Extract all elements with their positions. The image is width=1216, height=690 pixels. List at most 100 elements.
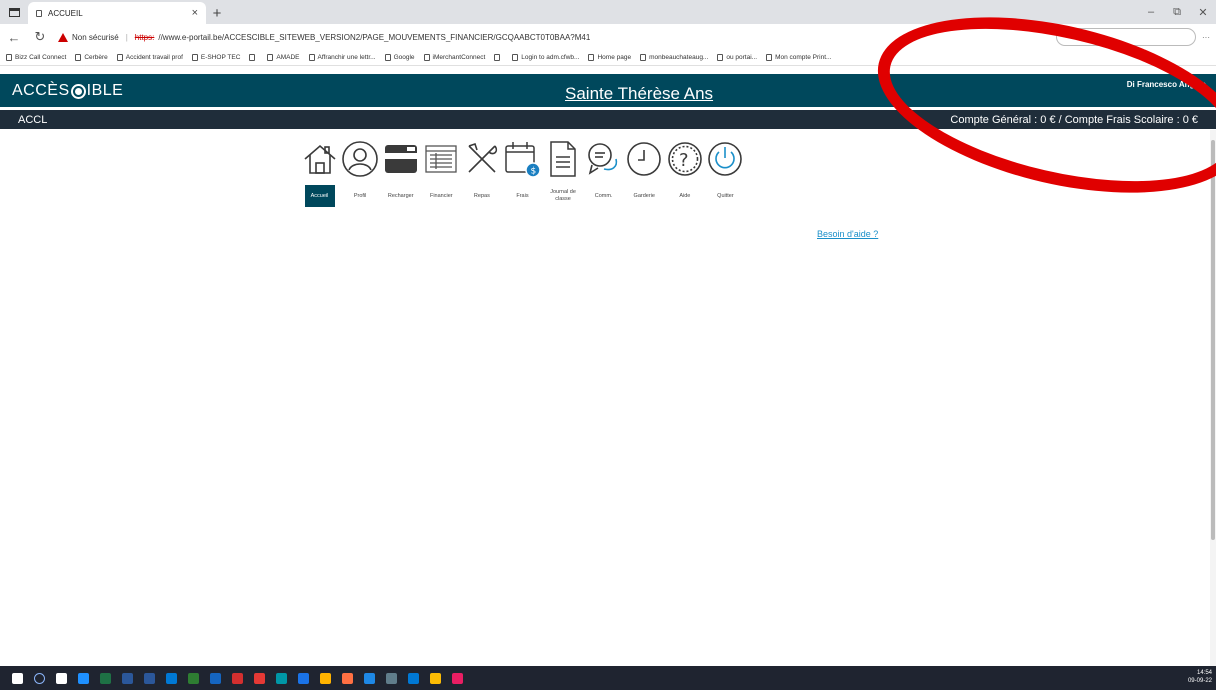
power-icon: [706, 138, 745, 180]
bookmark-item[interactable]: [249, 54, 258, 61]
taskbar-app-icon[interactable]: [380, 666, 402, 690]
taskbar-app-icon[interactable]: [336, 666, 358, 690]
menu-label: Repas: [473, 192, 490, 199]
bookmark-label: Affranchir une lettr...: [317, 54, 376, 61]
bookmark-item[interactable]: ou portai...: [717, 54, 757, 61]
new-tab-button[interactable]: +: [206, 2, 228, 24]
menu-item-comm[interactable]: Comm.: [584, 138, 623, 207]
menu-label: Recharger: [387, 192, 414, 199]
bookmark-page-icon: [308, 54, 315, 61]
bookmark-label: Home page: [597, 54, 632, 61]
account-balance: Compte Général : 0 € / Compte Frais Scol…: [950, 113, 1198, 126]
menu-item-garderie[interactable]: Garderie: [625, 138, 664, 207]
bookmark-item[interactable]: Google: [384, 54, 415, 61]
menu-item-quitter[interactable]: Quitter: [706, 138, 745, 207]
taskbar-app-icon[interactable]: [182, 666, 204, 690]
system-clock[interactable]: 14:54 09-09-22: [1188, 670, 1216, 686]
taskbar-app-icon[interactable]: [270, 666, 292, 690]
main-menu: Accueil Profil Recharger Financier Repas…: [300, 138, 747, 207]
taskbar-app-icon[interactable]: [28, 666, 50, 690]
menu-item-financier[interactable]: Financier: [422, 138, 461, 207]
help-link[interactable]: Besoin d'aide ?: [817, 229, 878, 239]
bookmark-page-icon: [384, 54, 391, 61]
bookmark-page-icon: [116, 54, 123, 61]
taskbar-app-icon[interactable]: [138, 666, 160, 690]
menu-item-accueil[interactable]: Accueil: [300, 138, 339, 207]
minimize-button[interactable]: –: [1138, 0, 1164, 24]
back-arrow-icon[interactable]: ←: [6, 30, 22, 45]
cutlery-icon: [462, 138, 501, 180]
app-icon: [341, 672, 353, 684]
bookmark-page-icon: [512, 54, 519, 61]
close-window-button[interactable]: ✕: [1190, 0, 1216, 24]
bookmarks-bar: Bizz Call Connect Cerbère Accident travail…: [0, 50, 1216, 66]
bookmark-item[interactable]: E-SHOP TEC: [191, 54, 240, 61]
menu-item-aide[interactable]: ? Aide: [665, 138, 704, 207]
app-icon: [121, 672, 133, 684]
taskbar-app-icon[interactable]: [402, 666, 424, 690]
taskbar-app-icon[interactable]: [314, 666, 336, 690]
document-icon: [544, 138, 583, 180]
window-controls: – ⧉ ✕: [1138, 0, 1216, 24]
menu-label: Garderie: [633, 192, 655, 199]
scrollbar-thumb[interactable]: [1211, 140, 1215, 540]
browser-search-field[interactable]: [1056, 28, 1196, 46]
taskbar-app-icon[interactable]: [358, 666, 380, 690]
taskbar-app-icon[interactable]: [72, 666, 94, 690]
menu-label: Accueil: [304, 185, 335, 207]
taskbar-app-icon[interactable]: [424, 666, 446, 690]
app-header: ACCÈS IBLE Sainte Thérèse Ans Di Francesc…: [0, 74, 1216, 107]
app-icon: [407, 672, 419, 684]
taskbar-app-icon[interactable]: [6, 666, 28, 690]
taskbar-app-icon[interactable]: [50, 666, 72, 690]
bookmark-item[interactable]: monbeauchateaug...: [640, 54, 708, 61]
app-icon: [11, 672, 23, 684]
school-name-link[interactable]: Sainte Thérèse Ans: [565, 84, 713, 104]
warning-icon: [58, 32, 68, 42]
bookmark-item[interactable]: Login to adm.cfwb...: [512, 54, 579, 61]
bookmark-item[interactable]: [494, 54, 503, 61]
menu-item-journal[interactable]: Journal de classe: [544, 138, 583, 207]
taskbar-app-icon[interactable]: [116, 666, 138, 690]
bookmark-item[interactable]: Accident travail prof: [116, 54, 183, 61]
menu-label: Aide: [679, 192, 691, 199]
menu-item-recharger[interactable]: Recharger: [381, 138, 420, 207]
page-scrollbar[interactable]: [1210, 130, 1216, 666]
bookmark-page-icon: [766, 54, 773, 61]
taskbar-app-icon[interactable]: [160, 666, 182, 690]
bookmark-item[interactable]: Cerbère: [75, 54, 108, 61]
menu-item-repas[interactable]: Repas: [462, 138, 501, 207]
menu-item-frais[interactable]: $ Frais: [503, 138, 542, 207]
bookmark-item[interactable]: Affranchir une lettr...: [308, 54, 376, 61]
bookmark-item[interactable]: AMADE: [267, 54, 300, 61]
bookmark-page-icon: [640, 54, 647, 61]
refresh-icon[interactable]: ↻: [32, 29, 48, 45]
account-bar: ACCL Compte Général : 0 € / Compte Frais…: [0, 110, 1216, 129]
restore-button[interactable]: ⧉: [1164, 0, 1190, 24]
logo-circle-icon: [70, 83, 86, 99]
page-icon: [36, 9, 42, 17]
app-icon: [363, 672, 375, 684]
menu-item-profil[interactable]: Profil: [341, 138, 380, 207]
bookmark-item[interactable]: iMerchantConnect: [423, 54, 485, 61]
taskbar-app-icon[interactable]: [446, 666, 468, 690]
url-field[interactable]: Non sécurisé | https://www.e-portail.be/…: [58, 32, 590, 42]
user-name: Di Francesco Angelo: [1126, 80, 1206, 89]
app-icon: [253, 672, 265, 684]
url-protocol: https:: [134, 32, 155, 42]
taskbar-app-icon[interactable]: [248, 666, 270, 690]
browser-tab[interactable]: ACCUEIL ×: [28, 2, 206, 24]
taskbar-app-icon[interactable]: [94, 666, 116, 690]
bookmark-item[interactable]: Home page: [588, 54, 631, 61]
taskbar-app-icon[interactable]: [226, 666, 248, 690]
app-icon: [451, 672, 463, 684]
window-menu-icon[interactable]: [0, 0, 28, 24]
bookmark-page-icon: [6, 54, 12, 61]
bookmark-item[interactable]: Mon compte Print...: [766, 54, 831, 61]
taskbar-app-icon[interactable]: [204, 666, 226, 690]
more-menu-icon[interactable]: ···: [1202, 33, 1210, 42]
taskbar-app-icon[interactable]: [292, 666, 314, 690]
bookmark-label: AMADE: [276, 54, 300, 61]
tab-close-icon[interactable]: ×: [192, 7, 198, 19]
bookmark-item[interactable]: Bizz Call Connect: [6, 54, 66, 61]
